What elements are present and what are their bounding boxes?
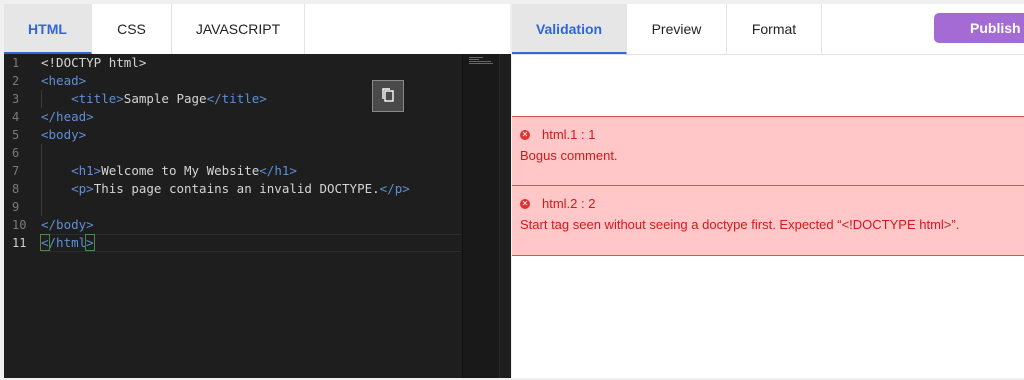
minimap-line (469, 63, 493, 64)
line-number: 3 (12, 92, 20, 106)
minimap-line (469, 59, 479, 60)
copy-icon (382, 88, 394, 102)
editor-panel: HTML CSS JAVASCRIPT 1 2 3 4 5 6 7 8 9 10… (4, 4, 511, 378)
line-number: 9 (12, 200, 20, 214)
tab-html[interactable]: HTML (4, 4, 92, 54)
code-line: <h1>Welcome to My Website</h1> (71, 163, 297, 178)
code-line: </html> (40, 234, 95, 251)
line-number: 5 (12, 128, 20, 142)
code-line: <body> (41, 127, 87, 142)
publish-button[interactable]: Publish (934, 13, 1024, 43)
result-tabs: Validation Preview Format Publish (512, 4, 1024, 55)
error-message: Start tag seen without seeing a doctype … (520, 217, 960, 232)
code-line: <!DOCTYP html> (41, 55, 147, 70)
error-icon: ✕ (520, 198, 530, 209)
code-line: </head> (41, 109, 94, 124)
minimap-line (469, 61, 491, 62)
current-line-highlight (41, 234, 461, 252)
tab-preview[interactable]: Preview (627, 4, 727, 54)
line-number: 4 (12, 110, 20, 124)
line-number: 1 (12, 56, 20, 70)
line-number: 10 (12, 218, 27, 232)
code-line: <head> (41, 73, 87, 88)
editor-scrollbar[interactable] (499, 54, 511, 378)
results-panel: Validation Preview Format Publish ✕ html.… (512, 4, 1024, 378)
tab-validation[interactable]: Validation (512, 4, 627, 54)
tab-format[interactable]: Format (727, 4, 822, 54)
code-line: </body> (41, 217, 94, 232)
code-editor[interactable]: 1 2 3 4 5 6 7 8 9 10 11 <!DOCTYP html> <… (4, 54, 511, 378)
tab-css[interactable]: CSS (92, 4, 172, 54)
line-number: 8 (12, 182, 20, 196)
validation-error: ✕ html.2 : 2 Start tag seen without seein… (512, 186, 1024, 256)
editor-tabs: HTML CSS JAVASCRIPT (4, 4, 510, 55)
tab-javascript[interactable]: JAVASCRIPT (172, 4, 305, 54)
error-icon: ✕ (520, 129, 530, 140)
line-number: 2 (12, 74, 20, 88)
minimap-line (469, 57, 483, 58)
error-location: ✕ html.2 : 2 (520, 196, 596, 211)
validation-error: ✕ html.1 : 1 Bogus comment. (512, 116, 1024, 186)
copy-button[interactable] (372, 80, 404, 112)
line-number: 6 (12, 146, 20, 160)
error-location: ✕ html.1 : 1 (520, 127, 596, 142)
code-line: <p>This page contains an invalid DOCTYPE… (71, 181, 410, 196)
line-number-gutter: 1 2 3 4 5 6 7 8 9 10 11 (4, 54, 38, 378)
line-number: 11 (12, 236, 27, 250)
code-line: <title>Sample Page</title> (71, 91, 267, 106)
error-message: Bogus comment. (520, 148, 618, 163)
code-minimap[interactable] (462, 54, 499, 378)
line-number: 7 (12, 164, 20, 178)
